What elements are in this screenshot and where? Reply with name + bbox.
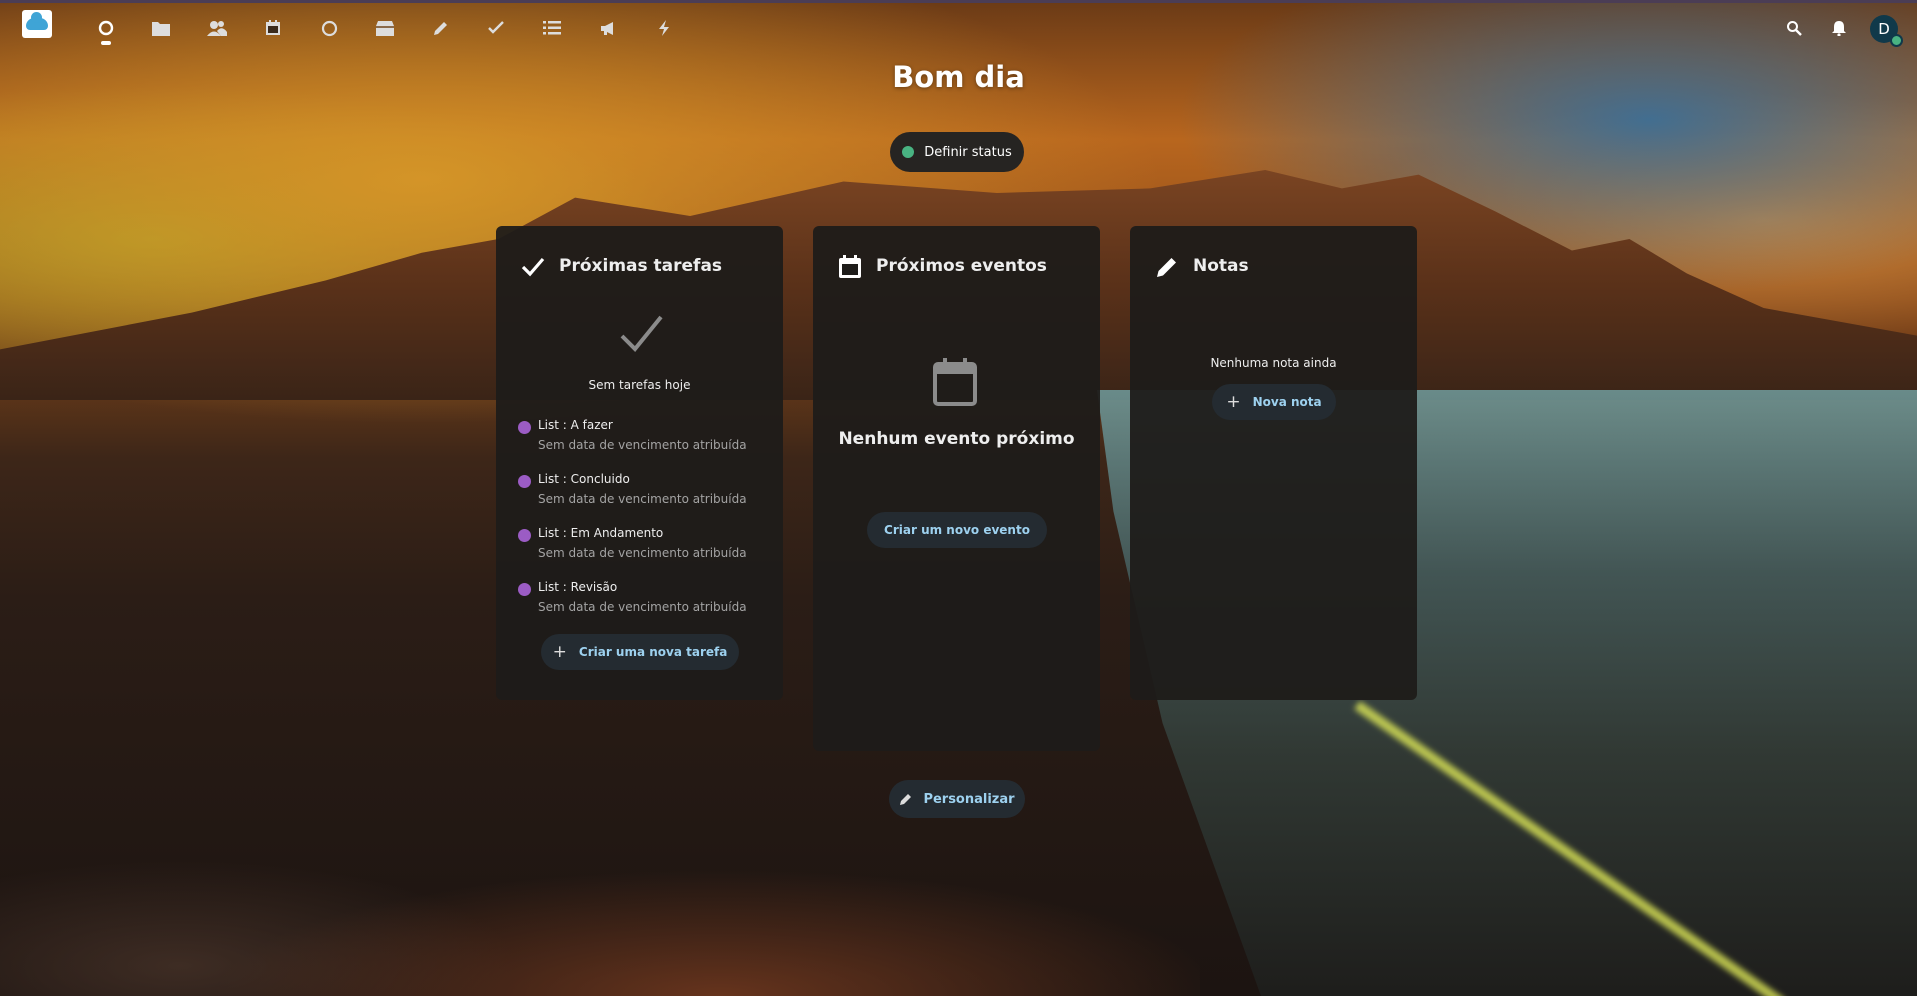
task-due-text: Sem data de vencimento atribuída [538, 492, 747, 506]
events-widget-title: Próximos eventos [876, 256, 1047, 276]
create-task-label: Criar uma nova tarefa [578, 645, 728, 659]
top-header: D [0, 0, 1917, 50]
customize-label: Personalizar [923, 791, 1015, 807]
flow-icon[interactable] [652, 16, 676, 40]
empty-tasks-check-icon [618, 314, 664, 360]
calendar-icon[interactable] [261, 16, 285, 40]
pencil-icon [900, 794, 912, 805]
activity-icon[interactable] [317, 16, 341, 40]
online-status-icon [902, 146, 915, 158]
task-list-name: List : Concluido [538, 472, 630, 486]
empty-calendar-icon [933, 358, 977, 406]
tasks-icon[interactable] [484, 16, 508, 40]
customize-dashboard-button[interactable]: Personalizar [889, 780, 1025, 818]
no-events-text: Nenhum evento próximo [838, 429, 1075, 449]
notes-widget-title: Notas [1193, 256, 1249, 276]
new-note-button[interactable]: + Nova nota [1212, 384, 1336, 420]
task-list-name: List : Em Andamento [538, 526, 664, 540]
create-event-button[interactable]: Criar um novo evento [867, 512, 1047, 548]
dashboard-icon[interactable] [94, 16, 118, 40]
list-color-dot [518, 529, 531, 542]
no-notes-text: Nenhuma nota ainda [1210, 356, 1337, 370]
tasks-widget-title: Próximas tarefas [559, 256, 723, 276]
announcements-icon[interactable] [596, 16, 620, 40]
pencil-icon [1154, 254, 1180, 280]
plus-icon: + [552, 642, 567, 662]
active-app-indicator [101, 41, 111, 45]
list-color-dot [518, 475, 531, 488]
greeting-title: Bom dia [892, 60, 1025, 94]
plus-icon: + [1226, 392, 1241, 412]
notes-widget: Notas Nenhuma nota ainda + Nova nota [1130, 226, 1417, 700]
task-due-text: Sem data de vencimento atribuída [538, 600, 747, 614]
list-color-dot [518, 583, 531, 596]
task-list-name: List : Revisão [538, 580, 618, 594]
cloud-icon [26, 12, 48, 30]
upcoming-events-widget: Próximos eventos Nenhum evento próximo C… [813, 226, 1100, 751]
set-status-button[interactable]: Definir status [890, 132, 1024, 172]
nextcloud-logo[interactable] [22, 10, 52, 38]
new-note-label: Nova nota [1252, 395, 1322, 409]
deck-icon[interactable] [540, 16, 564, 40]
create-task-button[interactable]: + Criar uma nova tarefa [541, 634, 739, 670]
no-tasks-text: Sem tarefas hoje [588, 378, 691, 392]
task-due-text: Sem data de vencimento atribuída [538, 546, 747, 560]
set-status-label: Definir status [924, 144, 1012, 160]
create-event-label: Criar um novo evento [884, 523, 1030, 537]
notifications-bell-icon[interactable] [1828, 17, 1850, 39]
avatar-initial: D [1878, 20, 1890, 38]
contacts-icon[interactable] [205, 16, 229, 40]
upcoming-tasks-widget: Próximas tarefas Sem tarefas hoje List :… [496, 226, 783, 700]
task-list-name: List : A fazer [538, 418, 613, 432]
checkmark-icon [520, 254, 546, 280]
files-icon[interactable] [149, 16, 173, 40]
photos-icon[interactable] [373, 16, 397, 40]
search-icon[interactable] [1783, 17, 1805, 39]
notes-icon[interactable] [429, 16, 453, 40]
list-color-dot [518, 421, 531, 434]
task-due-text: Sem data de vencimento atribuída [538, 438, 747, 452]
calendar-icon [837, 254, 863, 280]
avatar-online-status [1890, 34, 1903, 47]
